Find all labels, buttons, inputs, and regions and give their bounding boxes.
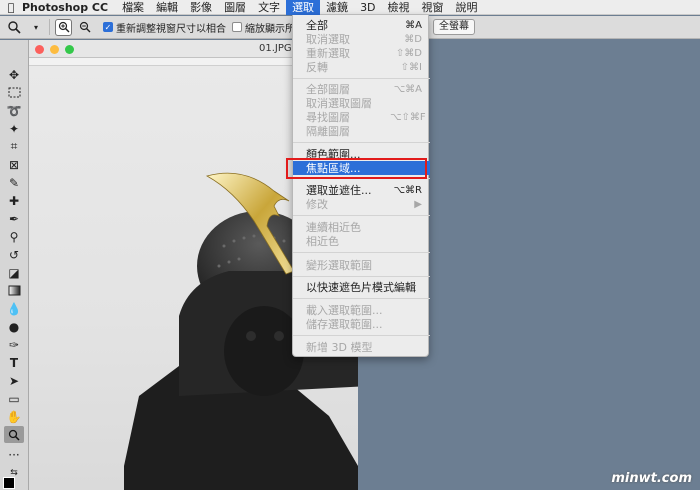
menu-image[interactable]: 影像 — [184, 0, 218, 15]
frame-tool-icon[interactable]: ⊠ — [4, 156, 24, 173]
menu-item-select-and-mask[interactable]: 選取並遮住... ⌥⌘R — [293, 183, 430, 197]
zoom-in-button[interactable] — [55, 18, 72, 36]
hand-tool-icon[interactable]: ✋ — [4, 408, 24, 425]
chevron-down-icon[interactable]: ▾ — [28, 19, 44, 35]
menu-item-modify[interactable]: 修改 ▶ — [293, 197, 430, 211]
menu-filter[interactable]: 濾鏡 — [320, 0, 354, 15]
menu-item-all-layers[interactable]: 全部圖層 ⌥⌘A — [293, 82, 430, 96]
zoom-all-windows-checkbox[interactable] — [232, 22, 242, 32]
zoom-out-button[interactable] — [76, 19, 93, 36]
maximize-window-icon[interactable] — [65, 45, 74, 54]
rectangle-tool-icon[interactable]: ▭ — [4, 390, 24, 407]
menu-item-grow[interactable]: 連續相近色 — [293, 220, 430, 234]
menu-item-save-selection[interactable]: 儲存選取範圍... — [293, 317, 430, 331]
menu-item-isolate-layers[interactable]: 隔離圖層 — [293, 124, 430, 138]
menu-layer[interactable]: 圖層 — [218, 0, 252, 15]
apple-icon[interactable]:  — [0, 1, 22, 14]
move-tool-icon[interactable]: ✥ — [4, 66, 24, 83]
menu-bar:  Photoshop CC 檔案 編輯 影像 圖層 文字 選取 濾鏡 3D 檢… — [0, 0, 700, 15]
tools-panel: ✥ ➰ ✦ ⌗ ⊠ ✎ ✚ ✒ ⚲ ↺ ◪ 💧 ● ✑ T ➤ ▭ ✋ ··· … — [0, 40, 29, 490]
menu-separator — [293, 276, 430, 277]
menu-window[interactable]: 視窗 — [416, 0, 450, 15]
menu-type[interactable]: 文字 — [252, 0, 286, 15]
menu-select[interactable]: 選取 — [286, 0, 321, 15]
menu-item-deselect[interactable]: 取消選取 ⌘D — [293, 32, 430, 46]
menu-separator — [293, 78, 430, 79]
foreground-color-swatch[interactable] — [3, 477, 15, 489]
brush-tool-icon[interactable]: ✒ — [4, 210, 24, 227]
menu-file[interactable]: 檔案 — [116, 0, 150, 15]
menu-item-deselect-layers[interactable]: 取消選取圖層 — [293, 96, 430, 110]
history-brush-icon[interactable]: ↺ — [4, 246, 24, 263]
more-tools-icon[interactable]: ··· — [4, 446, 24, 463]
menu-separator — [293, 215, 430, 216]
divider — [49, 19, 50, 35]
gradient-tool-icon[interactable] — [4, 282, 24, 299]
menu-item-select-all[interactable]: 全部 ⌘A — [293, 18, 430, 32]
menu-view[interactable]: 檢視 — [382, 0, 416, 15]
menu-item-new-3d-extrusion[interactable]: 新增 3D 模型 — [293, 340, 430, 354]
dodge-tool-icon[interactable]: ● — [4, 318, 24, 335]
blur-tool-icon[interactable]: 💧 — [4, 300, 24, 317]
resize-windows-checkbox[interactable]: ✓ — [103, 22, 113, 32]
pen-tool-icon[interactable]: ✑ — [4, 336, 24, 353]
app-name-menu[interactable]: Photoshop CC — [22, 1, 108, 14]
watermark: minwt.com — [611, 471, 692, 486]
menu-item-quick-mask[interactable]: 以快速遮色片模式編輯 — [293, 280, 430, 294]
menu-separator — [293, 142, 430, 143]
menu-separator — [293, 335, 430, 336]
menu-item-find-layers[interactable]: 尋找圖層 ⌥⇧⌘F — [293, 110, 430, 124]
path-selection-icon[interactable]: ➤ — [4, 372, 24, 389]
menu-separator — [293, 252, 430, 253]
highlight-callout-box — [286, 158, 427, 179]
crop-tool-icon[interactable]: ⌗ — [4, 138, 24, 155]
fullscreen-button[interactable]: 全螢幕 — [433, 19, 475, 35]
magic-wand-icon[interactable]: ✦ — [4, 120, 24, 137]
menu-edit[interactable]: 編輯 — [150, 0, 184, 15]
healing-brush-icon[interactable]: ✚ — [4, 192, 24, 209]
zoom-tool-icon[interactable] — [4, 426, 24, 443]
eyedropper-icon[interactable]: ✎ — [4, 174, 24, 191]
menu-item-transform-selection[interactable]: 變形選取範圍 — [293, 258, 430, 272]
minimize-window-icon[interactable] — [50, 45, 59, 54]
marquee-tool-icon[interactable] — [4, 84, 24, 101]
zoom-tool-icon[interactable] — [6, 19, 22, 35]
resize-windows-label: 重新調整視窗尺寸以相合 — [116, 23, 226, 35]
menu-help[interactable]: 說明 — [450, 0, 484, 15]
close-window-icon[interactable] — [35, 45, 44, 54]
eraser-icon[interactable]: ◪ — [4, 264, 24, 281]
menu-separator — [293, 298, 430, 299]
type-tool-icon[interactable]: T — [4, 354, 24, 371]
select-menu-dropdown: 全部 ⌘A 取消選取 ⌘D 重新選取 ⇧⌘D 反轉 ⇧⌘I 全部圖層 ⌥⌘A 取消選取圖層… — [292, 15, 430, 357]
lasso-tool-icon[interactable]: ➰ — [4, 102, 24, 119]
menu-3d[interactable]: 3D — [354, 0, 381, 15]
menu-item-similar[interactable]: 相近色 — [293, 234, 430, 248]
clone-stamp-icon[interactable]: ⚲ — [4, 228, 24, 245]
menu-item-reselect[interactable]: 重新選取 ⇧⌘D — [293, 46, 430, 60]
menu-item-inverse[interactable]: 反轉 ⇧⌘I — [293, 60, 430, 74]
chevron-right-icon: ▶ — [414, 198, 422, 210]
menu-item-load-selection[interactable]: 載入選取範圍... — [293, 303, 430, 317]
